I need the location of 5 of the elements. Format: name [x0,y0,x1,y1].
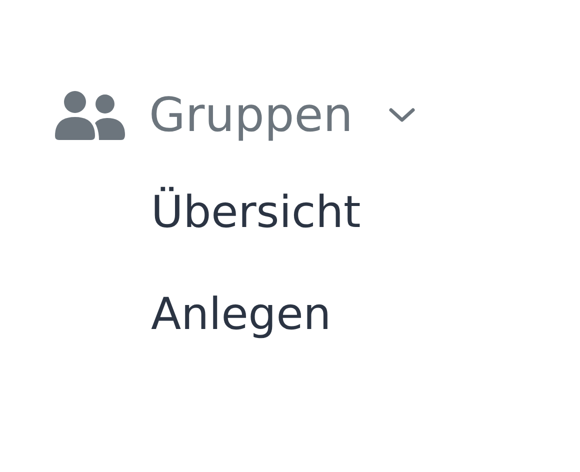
menu-item[interactable]: Übersicht [151,184,361,242]
menu-label[interactable]: Gruppen [149,92,353,138]
chevron-icon[interactable] [386,105,417,125]
users-icon [55,90,125,140]
menu-item[interactable]: Anlegen [151,286,332,344]
